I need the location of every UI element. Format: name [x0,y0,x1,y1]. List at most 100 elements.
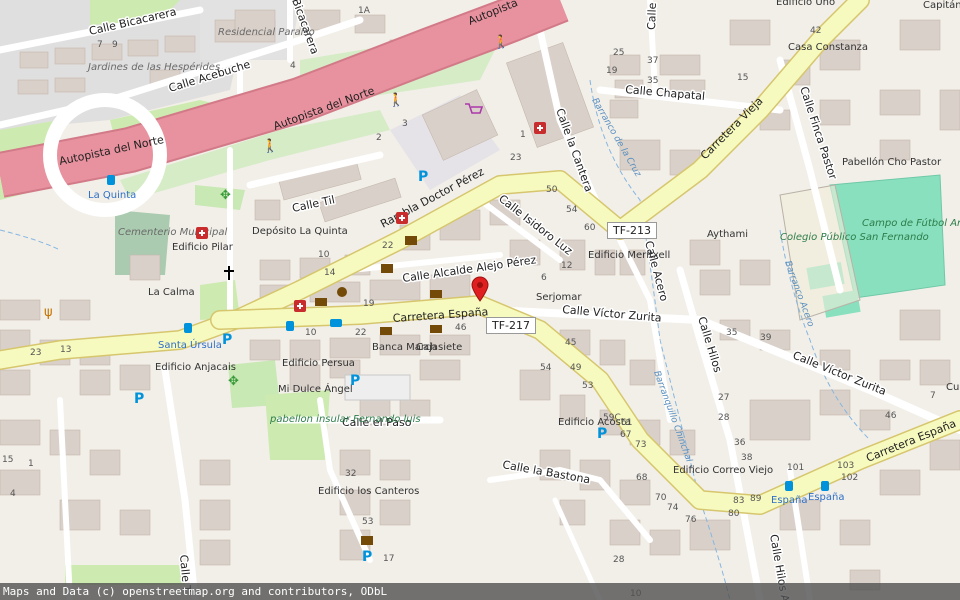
svg-text:74: 74 [667,503,679,513]
taxi-icon[interactable] [330,319,342,327]
walking-icon[interactable]: 🚶 [262,138,278,154]
place-label-espana-1: España [771,495,807,506]
parking-icon[interactable]: P [350,373,360,389]
restaurant-icon[interactable]: ψ [44,305,53,320]
bank-icon[interactable] [430,290,442,298]
street-label-bastona[interactable]: Calle la Bastona [500,457,593,488]
svg-text:17: 17 [383,554,394,564]
svg-text:P: P [134,391,144,407]
bus-stop-icon[interactable] [785,481,793,491]
street-label-victor-2[interactable]: Calle Víctor Zurita [789,347,889,399]
walking-icon[interactable]: 🚶 [493,34,509,50]
bus-stop-icon[interactable] [107,175,115,185]
water-label-barranquillo: Barranquillo Chinchal [651,370,694,465]
street-label-carretera[interactable]: Carretera España [392,305,488,325]
parking-icon[interactable]: P [222,332,232,348]
place-label-santaursula: Santa Úrsula [158,338,222,351]
street-label-victor-1[interactable]: Calle Víctor Zurita [560,302,663,327]
place-label-pabellon-fl: pabellon insular Fernando luis [269,414,421,425]
street-label-acero[interactable]: Calle Acero [641,238,673,304]
bus-stop-icon[interactable] [184,323,192,333]
svg-text:23: 23 [30,348,41,358]
bus-stop-icon[interactable] [286,321,294,331]
svg-text:103: 103 [837,461,854,471]
bus-stop-icon[interactable] [821,481,829,491]
street-label-carretera-2[interactable]: Carretera España [864,417,958,465]
place-label-capitan: Capitán [923,0,960,11]
street-label-carretera-vieja[interactable]: Carretera Vieja [698,95,766,163]
street-label-autopista-3[interactable]: Autopista [466,0,519,28]
map-attribution[interactable]: Maps and Data (c) openstreetmap.org and … [0,583,960,600]
street-label-isidoro[interactable]: Calle Isidoro Luz [495,191,577,260]
library-icon[interactable] [381,264,393,273]
street-label-alcalde[interactable]: Calle Alcalde Alejo Pérez [400,252,539,287]
svg-text:1: 1 [28,459,34,469]
svg-text:89: 89 [750,494,762,504]
water-label-barranco-acero: Barranco Acero [782,260,815,329]
hospital-icon[interactable] [196,227,208,239]
svg-text:7: 7 [930,391,936,401]
playground-icon[interactable]: ✥ [220,188,231,203]
place-label-cu: Cu [946,382,959,393]
street-label-autopista-2[interactable]: Autopista del Norte [272,84,377,133]
svg-text:6: 6 [541,273,547,283]
parking-icon[interactable]: P [362,549,372,565]
street-label-top-calle[interactable]: Calle [644,1,661,32]
theatre-icon[interactable] [337,287,347,297]
street-label-rambla[interactable]: Rambla Doctor Pérez [378,165,486,231]
svg-text:✥: ✥ [220,188,231,203]
svg-text:28: 28 [613,555,625,565]
street-label-chapatal[interactable]: Calle Chapatal [623,82,707,105]
svg-text:46: 46 [885,411,897,421]
place-label-colegio: Colegio Público San Fernando [780,231,929,243]
svg-text:P: P [597,426,607,442]
walking-icon[interactable]: 🚶 [388,92,404,108]
svg-text:46: 46 [455,323,467,333]
place-label-canteros: Edificio los Canteros [318,486,419,497]
post-office-icon[interactable] [361,536,373,545]
street-label-finca-pastor[interactable]: Calle Finca Pastor [796,83,841,183]
svg-text:39: 39 [760,333,772,343]
svg-text:1: 1 [520,130,526,140]
playground-icon[interactable]: ✥ [228,374,239,389]
svg-text:83: 83 [733,496,744,506]
location-marker-icon[interactable] [471,276,489,302]
svg-text:19: 19 [363,299,375,309]
parking-icon[interactable]: P [134,391,144,407]
street-label-bicacarera[interactable]: Calle Bicacarera [86,4,179,40]
svg-text:4: 4 [10,489,16,499]
svg-text:✥: ✥ [228,374,239,389]
svg-text:35: 35 [726,328,737,338]
svg-text:15: 15 [737,73,748,83]
street-label-til[interactable]: Calle Til [289,192,337,217]
bank-icon[interactable] [430,325,442,333]
bank-icon[interactable] [380,327,392,335]
shopping-cart-icon[interactable] [465,103,484,114]
svg-text:12: 12 [561,261,572,271]
pharmacy-icon[interactable] [396,212,408,224]
svg-text:7: 7 [97,40,103,50]
parking-icon[interactable]: P [418,169,428,185]
street-label-hilos[interactable]: Calle Hilos [694,314,726,376]
church-icon[interactable] [224,266,234,280]
street-label-autopista-1[interactable]: Autopista del Norte [58,133,165,168]
place-label-cajasiete: Cajasiete [416,342,462,353]
bank-icon[interactable] [315,298,327,306]
place-label-aythami: Aythami [707,229,748,240]
svg-text:53: 53 [582,381,593,391]
pharmacy-icon[interactable] [534,122,546,134]
place-label-residencial: Residencial Paraíso [218,26,315,38]
svg-text:70: 70 [655,493,667,503]
street-label-cantera[interactable]: Calle la Cantera [552,105,597,195]
svg-text:27: 27 [718,393,729,403]
svg-text:49: 49 [570,363,582,373]
library-icon[interactable] [405,236,417,245]
svg-text:10: 10 [318,250,330,260]
parking-icon[interactable]: P [597,426,607,442]
svg-text:9: 9 [112,40,118,50]
svg-text:36: 36 [734,438,746,448]
hospital-icon[interactable] [294,300,306,312]
svg-text:P: P [350,373,360,389]
svg-text:54: 54 [566,205,578,215]
map-view[interactable]: TF-213 TF-217 Calle Bicacarera Calle Ace… [0,0,960,600]
